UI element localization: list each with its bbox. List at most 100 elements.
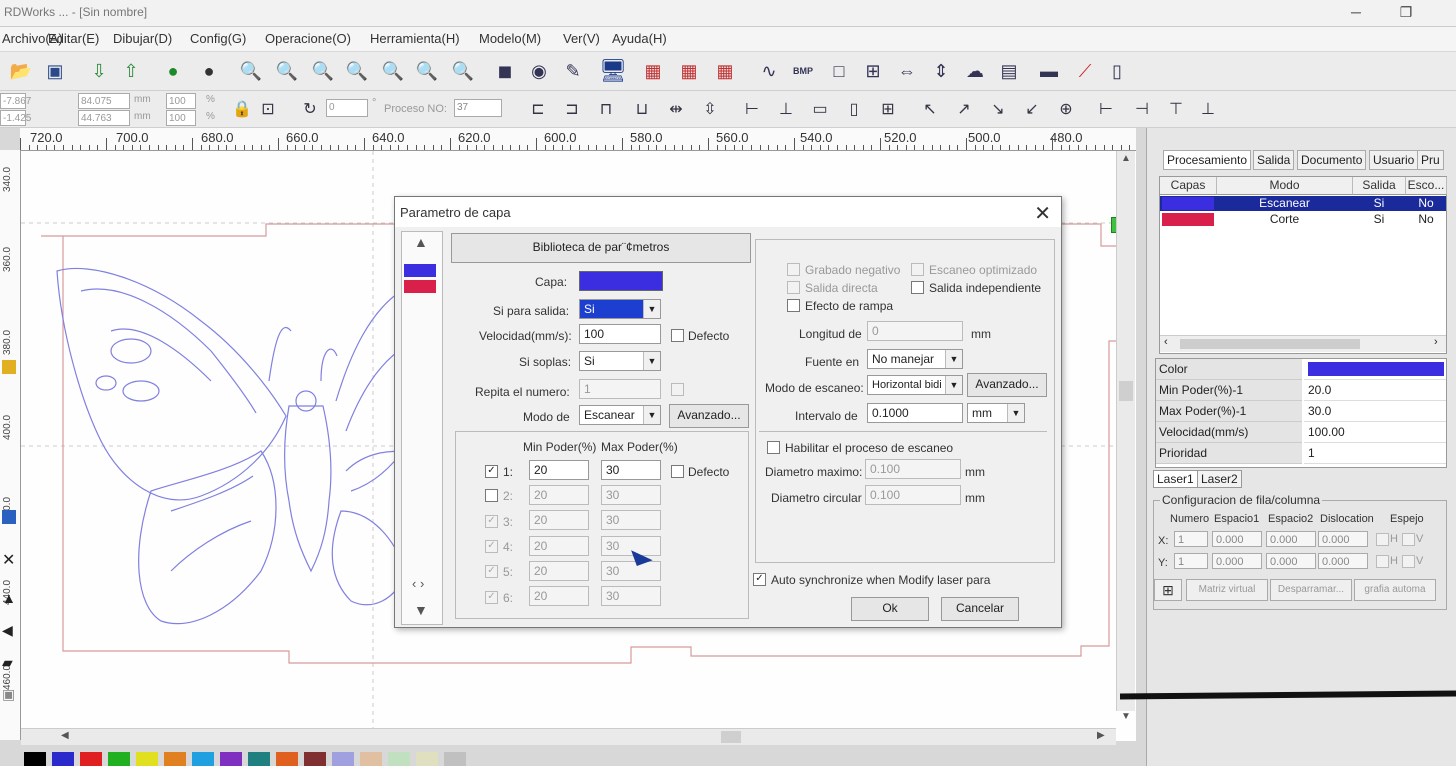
tab-pru[interactable]: Pru [1417, 150, 1444, 170]
node-edit-icon[interactable]: ◉ [526, 58, 552, 84]
restore-icon[interactable]: ❐ [1388, 2, 1424, 22]
array-icon-2[interactable]: ▦ [676, 58, 702, 84]
palette-color[interactable] [276, 752, 298, 766]
min-power-input[interactable]: 20 [529, 510, 589, 530]
col-esco[interactable]: Esco... [1406, 177, 1447, 195]
align-vcenter-icon[interactable]: ⇳ [698, 97, 722, 121]
rampa-checkbox[interactable] [787, 299, 800, 312]
layer-scroll-thumb[interactable] [1180, 339, 1360, 349]
x-numero[interactable]: 1 [1174, 531, 1208, 547]
menu-operaciones[interactable]: Operacione(O) [265, 31, 351, 46]
cloud-icon[interactable]: ☁ [962, 58, 988, 84]
intervalo-unit-select[interactable]: mm ▼ [967, 403, 1025, 423]
move-center-icon[interactable]: ⊕ [1054, 97, 1078, 121]
diam-max-input[interactable]: 0.100 [865, 459, 961, 479]
prop-value[interactable]: 1 [1304, 443, 1446, 464]
y-mirror-h-checkbox[interactable] [1376, 555, 1389, 568]
zoom-page-icon[interactable]: 🔍 [344, 58, 370, 84]
menu-dibujar[interactable]: Dibujar(D) [113, 31, 172, 46]
y-dislocation[interactable]: 0.000 [1318, 553, 1368, 569]
ruler-icon[interactable]: ▯ [1104, 58, 1130, 84]
prop-value[interactable] [1304, 359, 1446, 380]
layer-up-icon[interactable]: ▲ [414, 234, 428, 250]
power-row-checkbox[interactable] [485, 489, 498, 502]
x-field[interactable]: -7.867 [0, 93, 31, 109]
move-tl-icon[interactable]: ↖ [918, 97, 942, 121]
x-mirror-h-checkbox[interactable] [1376, 533, 1389, 546]
y-espacio1[interactable]: 0.000 [1212, 553, 1262, 569]
save-icon[interactable]: ▣ [42, 58, 68, 84]
min-power-input[interactable]: 20 [529, 485, 589, 505]
tab-documento[interactable]: Documento [1297, 150, 1367, 170]
tab-laser2[interactable]: Laser2 [1197, 470, 1242, 488]
dock-top-icon[interactable]: ⊤ [1164, 97, 1188, 121]
grid-icon[interactable]: ⊞ [876, 97, 900, 121]
lock-icon[interactable]: 🔒 [230, 97, 254, 121]
curve-icon[interactable]: ∿ [756, 58, 782, 84]
horizontal-scrollbar[interactable]: ◀ ▶ [21, 728, 1116, 745]
modo-select[interactable]: Escanear ▼ [579, 405, 661, 425]
defecto-checkbox[interactable] [671, 329, 684, 342]
palette-color[interactable] [220, 752, 242, 766]
group-icon[interactable]: ⊞ [860, 58, 886, 84]
intervalo-input[interactable]: 0.1000 [867, 403, 963, 423]
power-row-checkbox[interactable]: ✓ [485, 465, 498, 478]
align-top-icon[interactable]: ⊓ [594, 97, 618, 121]
proceso-field[interactable]: 37 [454, 99, 502, 117]
palette-color[interactable] [416, 752, 438, 766]
zoom-previous-icon[interactable]: 🔍 [450, 58, 476, 84]
defecto2-checkbox[interactable] [671, 465, 684, 478]
select-icon[interactable]: ◼ [492, 58, 518, 84]
scroll-down-icon[interactable]: ▼ [1121, 711, 1131, 722]
capa-color-swatch[interactable] [579, 271, 663, 291]
palette-color[interactable] [360, 752, 382, 766]
palette-color[interactable] [304, 752, 326, 766]
zoom-selection-icon[interactable]: 🔍 [310, 58, 336, 84]
power-row-checkbox[interactable]: ✓ [485, 540, 498, 553]
menu-ver[interactable]: Ver(V) [563, 31, 600, 46]
triangle-left-icon[interactable]: ◀ [2, 622, 13, 639]
menu-config[interactable]: Config(G) [190, 31, 246, 46]
scroll-right-icon[interactable]: ▶ [1097, 730, 1105, 741]
tab-salida[interactable]: Salida [1253, 150, 1295, 170]
tab-laser1[interactable]: Laser1 [1153, 470, 1198, 488]
start-icon[interactable]: ● [160, 58, 186, 84]
align-right-icon[interactable]: ⊐ [560, 97, 584, 121]
fuente-select[interactable]: No manejar ▼ [867, 349, 963, 369]
palette-color[interactable] [332, 752, 354, 766]
layer-nav-icon[interactable]: ‹ › [412, 576, 424, 591]
palette-color[interactable] [192, 752, 214, 766]
matriz-virtual-button[interactable]: Matriz virtual [1186, 579, 1268, 601]
library-button[interactable]: Biblioteca de par¨¢metros [451, 233, 751, 263]
same-height-icon[interactable]: ⊥ [774, 97, 798, 121]
height-field[interactable]: 44.763 [78, 110, 130, 126]
zoom-in-icon[interactable]: 🔍 [238, 58, 264, 84]
stop-icon[interactable]: ● [196, 58, 222, 84]
scroll-left-icon[interactable]: ◀ [61, 730, 69, 741]
col-capas[interactable]: Capas [1160, 177, 1217, 195]
rectangle-icon[interactable]: □ [826, 58, 852, 84]
vertical-scrollbar[interactable]: ▲ ▼ [1116, 151, 1135, 722]
y-numero[interactable]: 1 [1174, 553, 1208, 569]
minimize-icon[interactable]: ─ [1338, 2, 1374, 22]
height-icon[interactable]: ⇕ [928, 58, 954, 84]
x-mirror-v-checkbox[interactable] [1402, 533, 1415, 546]
y-field[interactable]: -1.425 [0, 110, 31, 126]
move-tr-icon[interactable]: ↗ [952, 97, 976, 121]
grafia-automatica-button[interactable]: grafia automa [1354, 579, 1436, 601]
palette-color[interactable] [80, 752, 102, 766]
power-row-checkbox[interactable]: ✓ [485, 515, 498, 528]
import-icon[interactable]: ⇩ [86, 58, 112, 84]
max-power-input[interactable]: 30 [601, 460, 661, 480]
tool-icon-yellow[interactable] [2, 360, 16, 374]
x-dislocation[interactable]: 0.000 [1318, 531, 1368, 547]
min-power-input[interactable]: 20 [529, 561, 589, 581]
grabado-checkbox[interactable] [787, 263, 800, 276]
prop-color-swatch[interactable] [1308, 362, 1444, 376]
delete-icon[interactable]: ✕ [2, 550, 15, 570]
palette-color[interactable] [164, 752, 186, 766]
salida-indep-checkbox[interactable] [911, 281, 924, 294]
power-row-checkbox[interactable]: ✓ [485, 565, 498, 578]
zoom-all-icon[interactable]: 🔍 [380, 58, 406, 84]
menu-ayuda[interactable]: Ayuda(H) [612, 31, 667, 46]
